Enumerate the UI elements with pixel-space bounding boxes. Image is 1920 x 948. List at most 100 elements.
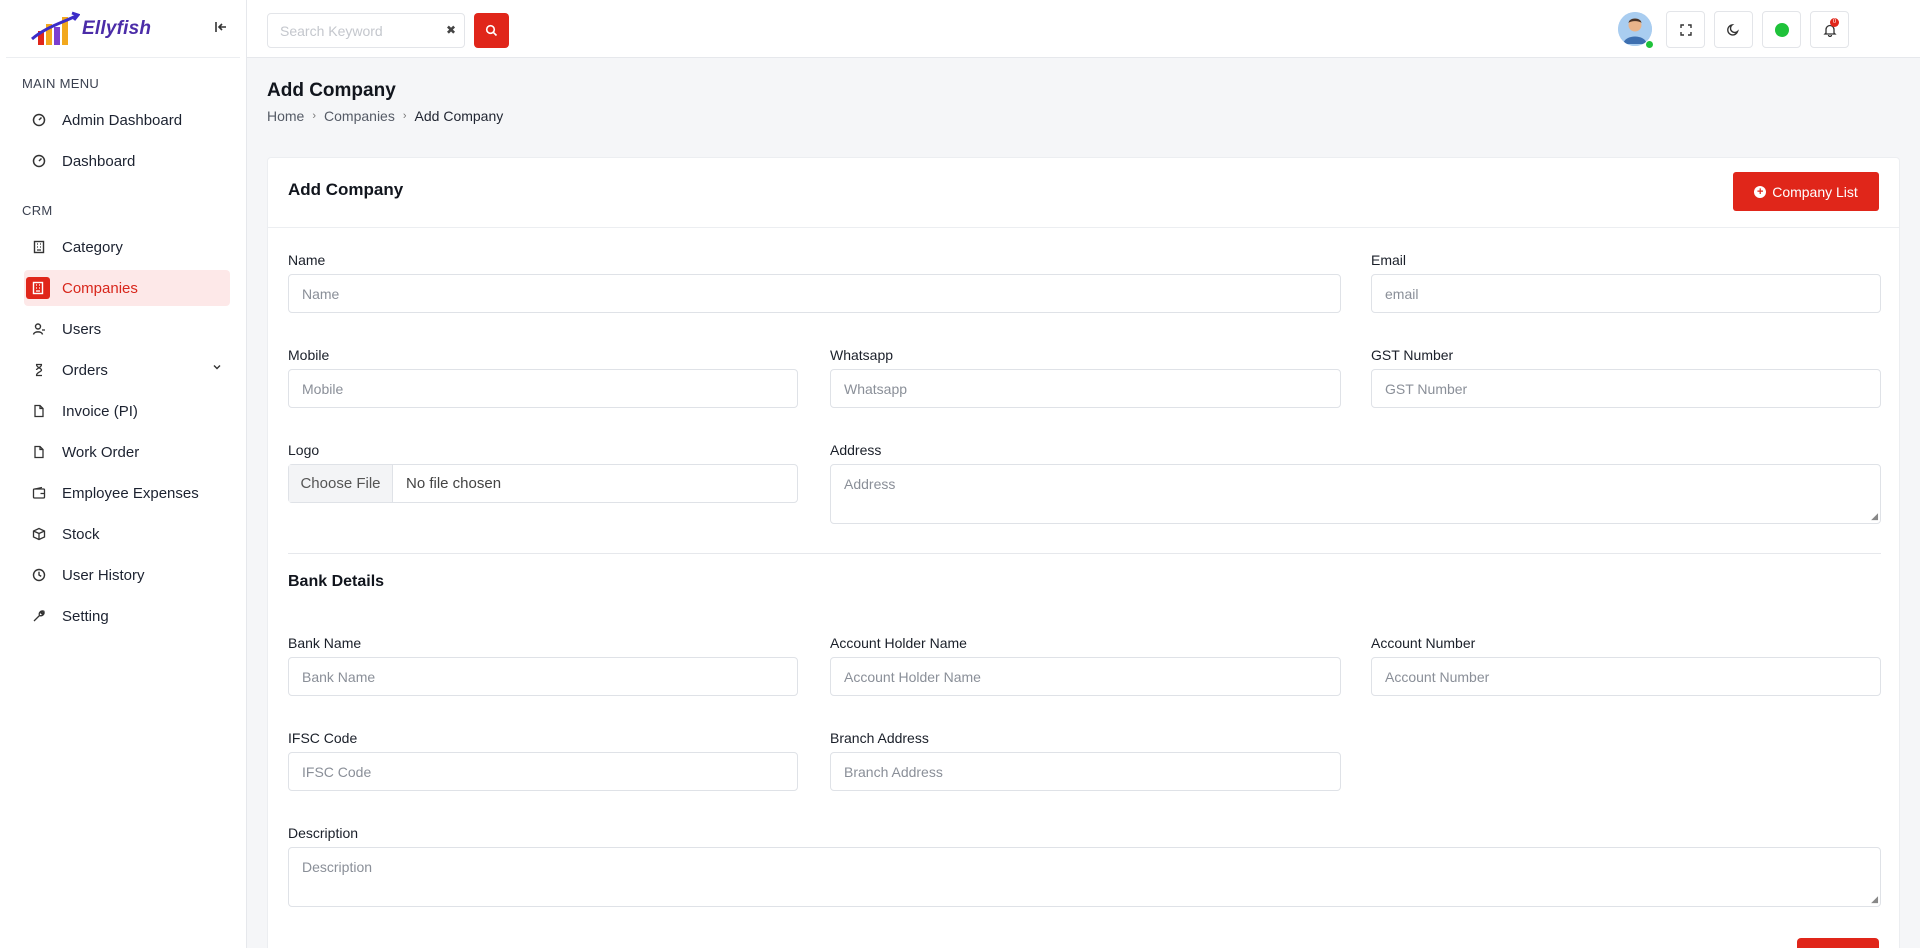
- card-title: Add Company: [288, 180, 404, 199]
- bank-name-label: Bank Name: [288, 635, 362, 651]
- name-label: Name: [288, 252, 326, 268]
- sidebar-item-orders[interactable]: Orders: [24, 352, 230, 388]
- description-label: Description: [288, 825, 359, 841]
- sidebar-item-dashboard[interactable]: Dashboard: [24, 143, 230, 179]
- logo-mark-icon: [28, 9, 81, 49]
- resize-grip-icon[interactable]: ◢: [1871, 895, 1878, 904]
- box-icon: [30, 525, 48, 543]
- fullscreen-icon: [1679, 23, 1692, 36]
- status-button[interactable]: [1762, 11, 1801, 48]
- ifsc-input[interactable]: [289, 753, 797, 790]
- add-company-card: Add Company + Company List Name Email Mo…: [267, 157, 1900, 948]
- theme-toggle-button[interactable]: [1714, 11, 1753, 48]
- mobile-input[interactable]: [289, 370, 797, 407]
- clock-icon: [30, 566, 48, 584]
- branch-address-field-wrap: [830, 752, 1341, 791]
- sidebar-item-label: Dashboard: [62, 152, 136, 170]
- account-number-label: Account Number: [1371, 635, 1476, 651]
- close-icon[interactable]: ✖: [446, 23, 456, 37]
- breadcrumb-current: Add Company: [414, 108, 504, 124]
- breadcrumb-home[interactable]: Home: [267, 108, 304, 124]
- description-field-wrap: ◢: [288, 847, 1881, 907]
- gst-input[interactable]: [1372, 370, 1880, 407]
- sidebar-item-stock[interactable]: Stock: [24, 516, 230, 552]
- sidebar-item-invoice[interactable]: Invoice (PI): [24, 393, 230, 429]
- page-title: Add Company: [267, 80, 396, 101]
- resize-grip-icon[interactable]: ◢: [1871, 512, 1878, 521]
- sidebar-item-users[interactable]: Users: [24, 311, 230, 347]
- sidebar-item-companies[interactable]: Companies: [24, 270, 230, 306]
- sidebar-item-label: Stock: [62, 525, 100, 543]
- search-icon: [485, 24, 498, 37]
- branch-address-label: Branch Address: [830, 730, 929, 746]
- company-list-button[interactable]: + Company List: [1733, 172, 1879, 211]
- name-input[interactable]: [289, 275, 1340, 312]
- menu-section-title: MAIN MENU: [22, 76, 100, 91]
- file-status-text: No file chosen: [406, 475, 502, 492]
- sidebar-item-setting[interactable]: Setting: [24, 598, 230, 634]
- submit-button[interactable]: [1797, 938, 1879, 948]
- address-textarea[interactable]: [831, 465, 1880, 523]
- account-number-field-wrap: [1371, 657, 1881, 696]
- sidebar-item-label: Setting: [62, 607, 109, 625]
- notifications-button[interactable]: 0: [1810, 11, 1849, 48]
- sidebar-collapse-icon[interactable]: [214, 20, 228, 37]
- notification-badge: 0: [1830, 18, 1839, 27]
- brand-logo[interactable]: Ellyfish: [6, 0, 240, 58]
- sidebar-item-label: Invoice (PI): [62, 402, 138, 420]
- file-icon: [30, 443, 48, 461]
- holder-name-label: Account Holder Name: [830, 635, 967, 651]
- chevron-right-icon: ›: [402, 110, 407, 122]
- menu-section-title: CRM: [22, 203, 53, 218]
- topbar: ✖ 0: [247, 0, 1920, 58]
- bank-name-input[interactable]: [289, 658, 797, 695]
- logo-file-input[interactable]: Choose File No file chosen: [288, 464, 798, 503]
- sidebar-item-label: Users: [62, 320, 102, 338]
- sidebar-item-employee-expenses[interactable]: Employee Expenses: [24, 475, 230, 511]
- search-input[interactable]: [268, 14, 428, 47]
- choose-file-button[interactable]: Choose File: [289, 465, 393, 502]
- sidebar-item-work-order[interactable]: Work Order: [24, 434, 230, 470]
- breadcrumb: Home › Companies › Add Company: [267, 108, 503, 124]
- search-box: ✖: [267, 13, 465, 48]
- gauge-icon: [30, 152, 48, 170]
- holder-name-input[interactable]: [831, 658, 1340, 695]
- fullscreen-button[interactable]: [1666, 11, 1705, 48]
- card-header: Add Company + Company List: [268, 158, 1899, 228]
- sidebar-item-category[interactable]: Category: [24, 229, 230, 265]
- sidebar: Ellyfish MAIN MENU Admin Dashboard Dashb…: [0, 0, 247, 948]
- gst-field-wrap: [1371, 369, 1881, 408]
- whatsapp-input[interactable]: [831, 370, 1340, 407]
- sidebar-item-label: Orders: [62, 361, 108, 379]
- account-number-input[interactable]: [1372, 658, 1880, 695]
- sidebar-item-label: Employee Expenses: [62, 484, 199, 502]
- email-input[interactable]: [1372, 275, 1880, 312]
- address-label: Address: [830, 442, 882, 458]
- bank-name-field-wrap: [288, 657, 798, 696]
- search-button[interactable]: [474, 13, 509, 48]
- wrench-icon: [30, 607, 48, 625]
- description-textarea[interactable]: [289, 848, 1880, 906]
- email-label: Email: [1371, 252, 1407, 268]
- plus-circle-icon: +: [1754, 185, 1767, 198]
- branch-address-input[interactable]: [831, 753, 1340, 790]
- name-field-wrap: [288, 274, 1341, 313]
- brand-name: Ellyfish: [82, 17, 152, 39]
- ifsc-label: IFSC Code: [288, 730, 358, 746]
- gst-label: GST Number: [1371, 347, 1454, 363]
- breadcrumb-companies[interactable]: Companies: [324, 108, 395, 124]
- mobile-label: Mobile: [288, 347, 330, 363]
- sidebar-item-admin-dashboard[interactable]: Admin Dashboard: [24, 102, 230, 138]
- sidebar-item-user-history[interactable]: User History: [24, 557, 230, 593]
- logo-label: Logo: [288, 442, 320, 458]
- section-divider: [288, 553, 1881, 554]
- online-indicator: [1645, 40, 1654, 49]
- whatsapp-field-wrap: [830, 369, 1341, 408]
- building-icon: [26, 277, 50, 299]
- bank-details-title: Bank Details: [288, 573, 385, 590]
- file-icon: [30, 402, 48, 420]
- company-list-label: Company List: [1772, 183, 1858, 200]
- moon-icon: [1727, 23, 1739, 36]
- user-icon: [30, 320, 48, 338]
- sidebar-item-label: Category: [62, 238, 123, 256]
